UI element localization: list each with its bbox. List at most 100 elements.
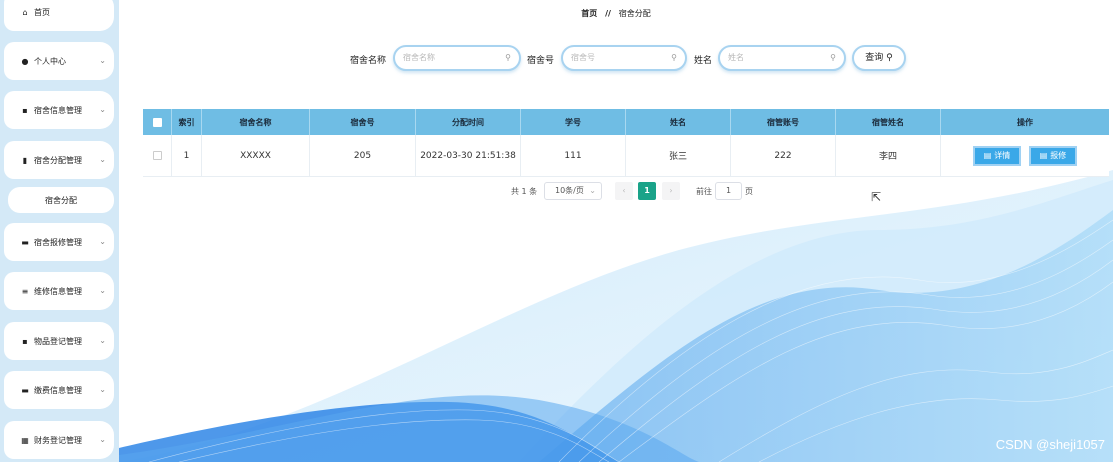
name-input[interactable]: 姓名 ⚲ <box>718 45 846 71</box>
sidebar-item-label: 财务登记管理 <box>34 435 82 445</box>
breadcrumb: 首页 // 宿舍分配 <box>119 8 1113 19</box>
page-number-current[interactable]: 1 <box>638 182 656 200</box>
cell-manager-account: 222 <box>731 135 836 176</box>
sidebar-item-label: 宿舍信息管理 <box>34 105 82 115</box>
sidebar: ⌂ 首页 ● 个人中心 ⌄ ▪ 宿舍信息管理 ⌄ ▮ 宿舍分配管理 ⌄ 宿舍分配… <box>0 0 119 462</box>
column-header: 姓名 <box>626 109 731 135</box>
chevron-down-icon: ⌄ <box>99 237 106 246</box>
chevron-down-icon: ⌄ <box>99 105 106 114</box>
chevron-down-icon: ⌄ <box>99 336 106 345</box>
goto-page-input[interactable]: 1 <box>715 182 742 200</box>
sidebar-subitem-label: 宿舍分配 <box>45 195 77 205</box>
column-header: 宿舍名称 <box>202 109 310 135</box>
chevron-down-icon: ⌄ <box>99 435 106 444</box>
column-header: 学号 <box>521 109 626 135</box>
dorm-no-input[interactable]: 宿舍号 ⚲ <box>561 45 687 71</box>
sidebar-item-payment[interactable]: ▬ 缴费信息管理 ⌄ <box>4 371 114 409</box>
detail-button[interactable]: ▤ 详情 <box>973 145 1021 166</box>
page-suffix: 页 <box>745 187 753 196</box>
sidebar-item-label: 宿舍报修管理 <box>34 237 82 247</box>
search-icon: ⚲ <box>505 53 511 62</box>
name-placeholder: 姓名 <box>728 53 744 62</box>
sidebar-item-label: 首页 <box>34 7 50 17</box>
home-icon: ⌂ <box>22 7 28 17</box>
chevron-down-icon: ⌄ <box>589 186 596 195</box>
column-header: 宿管账号 <box>731 109 836 135</box>
cell-name: 张三 <box>626 135 731 176</box>
dorm-name-label: 宿舍名称 <box>350 56 387 66</box>
dorm-name-input[interactable]: 宿舍名称 ⚲ <box>393 45 521 71</box>
cell-dorm-name: XXXXX <box>202 135 310 176</box>
prev-page-button[interactable]: ‹ <box>615 182 633 200</box>
pagination-total: 共 1 条 <box>511 187 538 196</box>
message-icon: ▬ <box>21 385 29 395</box>
cell-student-no: 111 <box>521 135 626 176</box>
sidebar-item-label: 宿舍分配管理 <box>34 155 82 165</box>
sidebar-item-home[interactable]: ⌂ 首页 <box>4 0 114 31</box>
column-header: 操作 <box>1017 117 1033 127</box>
column-header: 分配时间 <box>416 109 521 135</box>
query-button[interactable]: 查询 ⚲ <box>852 45 906 71</box>
sidebar-item-dorm-allocation[interactable]: ▮ 宿舍分配管理 ⌄ <box>4 141 114 179</box>
cell-time: 2022-03-30 21:51:38 <box>416 135 521 176</box>
dorm-name-placeholder: 宿舍名称 <box>403 53 435 62</box>
grid-icon: ▪ <box>22 336 28 346</box>
chevron-left-icon: ‹ <box>622 186 626 195</box>
chevron-down-icon: ⌄ <box>99 286 106 295</box>
cell-actions: ▤ 详情 ▤ 报修 <box>941 135 1109 176</box>
search-icon: ⚲ <box>886 53 893 63</box>
detail-button-label: 详情 <box>994 151 1011 160</box>
document-icon: ▤ <box>1039 151 1048 160</box>
page-size-select[interactable]: 10条/页 ⌄ <box>544 182 602 200</box>
column-header: 宿管姓名 <box>836 109 941 135</box>
folder-icon: ▬ <box>21 237 29 247</box>
user-icon: ● <box>21 56 29 66</box>
chevron-down-icon: ⌄ <box>99 155 106 164</box>
chevron-down-icon: ⌄ <box>99 385 106 394</box>
goto-label: 前往 <box>696 187 712 196</box>
apps-icon: ▦ <box>21 435 29 445</box>
sidebar-item-dorm-info[interactable]: ▪ 宿舍信息管理 ⌄ <box>4 91 114 129</box>
search-icon: ⚲ <box>671 53 677 62</box>
sidebar-item-label: 物品登记管理 <box>34 336 82 346</box>
pagination: 共 1 条 10条/页 ⌄ ‹ 1 › 前往 1 页 <box>119 182 1113 200</box>
name-label: 姓名 <box>694 56 713 66</box>
row-checkbox[interactable] <box>152 151 162 160</box>
sidebar-item-item-registration[interactable]: ▪ 物品登记管理 ⌄ <box>4 322 114 360</box>
grid-icon: ▪ <box>22 105 28 115</box>
breadcrumb-home[interactable]: 首页 <box>581 9 597 18</box>
cell-index: 1 <box>172 135 202 176</box>
repair-button[interactable]: ▤ 报修 <box>1029 145 1077 166</box>
sidebar-item-dorm-repair[interactable]: ▬ 宿舍报修管理 ⌄ <box>4 223 114 261</box>
breadcrumb-current: 宿舍分配 <box>618 9 651 18</box>
cell-manager-name: 李四 <box>836 135 941 176</box>
select-all-checkbox[interactable] <box>152 117 162 127</box>
mouse-cursor-icon: ⇱ <box>871 190 882 204</box>
table-row: 1 XXXXX 205 2022-03-30 21:51:38 111 张三 2… <box>143 135 1109 177</box>
document-icon: ▤ <box>983 151 992 160</box>
dorm-no-placeholder: 宿舍号 <box>571 53 595 62</box>
sidebar-item-label: 维修信息管理 <box>34 286 82 296</box>
table-header: 索引 宿舍名称 宿舍号 分配时间 学号 姓名 宿管账号 宿管姓名 操作 <box>143 109 1109 135</box>
breadcrumb-separator: // <box>605 9 611 18</box>
search-bar: 宿舍名称 宿舍名称 ⚲ 宿舍号 宿舍号 ⚲ 姓名 姓名 ⚲ 查询 ⚲ <box>119 45 1113 73</box>
next-page-button[interactable]: › <box>662 182 680 200</box>
column-header: 索引 <box>172 109 202 135</box>
select-all-cell <box>143 109 172 135</box>
sidebar-item-maintenance[interactable]: ≡ 维修信息管理 ⌄ <box>4 272 114 310</box>
cell-dorm-no: 205 <box>310 135 416 176</box>
sidebar-item-label: 个人中心 <box>34 56 66 66</box>
column-header: 宿舍号 <box>310 109 416 135</box>
chevron-right-icon: › <box>669 186 673 195</box>
search-icon: ⚲ <box>830 53 836 62</box>
chevron-down-icon: ⌄ <box>99 56 106 65</box>
repair-button-label: 报修 <box>1050 151 1067 160</box>
dorm-no-label: 宿舍号 <box>527 56 555 66</box>
allocation-table: 索引 宿舍名称 宿舍号 分配时间 学号 姓名 宿管账号 宿管姓名 操作 1 XX… <box>143 109 1109 177</box>
sidebar-subitem-dorm-allocation[interactable]: 宿舍分配 <box>8 187 114 213</box>
watermark: CSDN @sheji1057 <box>995 437 1105 452</box>
sidebar-item-personal-center[interactable]: ● 个人中心 ⌄ <box>4 42 114 80</box>
sidebar-item-finance[interactable]: ▦ 财务登记管理 ⌄ <box>4 421 114 459</box>
row-select-cell <box>143 135 172 176</box>
page-size-value: 10条/页 <box>555 186 584 195</box>
